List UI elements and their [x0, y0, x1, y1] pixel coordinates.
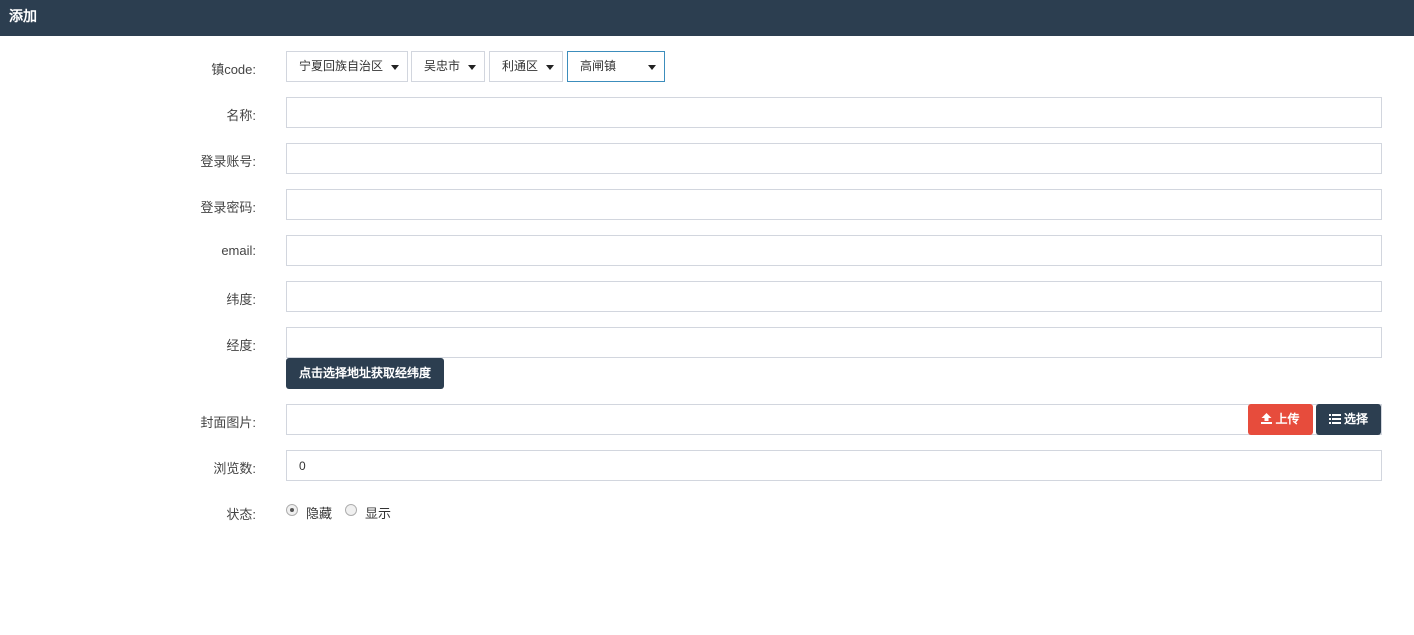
town-code-label: 镇code:	[211, 62, 256, 77]
select-image-button-label: 选择	[1343, 412, 1368, 426]
pick-location-button[interactable]: 点击选择地址获取经纬度	[286, 358, 444, 389]
cover-label: 封面图片:	[200, 415, 256, 430]
page-title: 添加	[9, 8, 37, 24]
status-radio-visible[interactable]	[345, 504, 357, 516]
upload-button-label: 上传	[1275, 412, 1300, 426]
district-select[interactable]: 利通区	[489, 51, 563, 82]
latitude-input[interactable]	[286, 281, 1382, 312]
page-header: 添加	[0, 0, 1414, 36]
caret-down-icon	[546, 65, 554, 70]
views-label: 浏览数:	[213, 461, 256, 476]
latitude-label: 纬度:	[226, 292, 256, 307]
password-label: 登录密码:	[200, 200, 256, 215]
caret-down-icon	[391, 65, 399, 70]
name-label: 名称:	[226, 108, 256, 123]
status-radio-hidden[interactable]	[286, 504, 298, 516]
province-select-value: 宁夏回族自治区	[299, 59, 384, 73]
upload-icon	[1261, 413, 1273, 424]
status-label: 状态:	[226, 507, 256, 522]
email-input[interactable]	[286, 235, 1382, 266]
city-select-value: 吴忠市	[424, 59, 461, 73]
caret-down-icon	[648, 65, 656, 70]
email-label: email:	[221, 243, 256, 258]
district-select-value: 利通区	[502, 59, 539, 73]
town-select-value: 高闸镇	[580, 59, 617, 73]
longitude-label: 经度:	[226, 338, 256, 353]
views-input[interactable]	[286, 450, 1382, 481]
caret-down-icon	[468, 65, 476, 70]
select-image-button[interactable]: 选择	[1316, 404, 1381, 435]
account-input[interactable]	[286, 143, 1382, 174]
password-input[interactable]	[286, 189, 1382, 220]
province-select[interactable]: 宁夏回族自治区	[286, 51, 408, 82]
cover-input[interactable]	[286, 404, 1382, 435]
list-icon	[1328, 414, 1341, 424]
status-option-visible-label: 显示	[365, 506, 392, 521]
name-input[interactable]	[286, 97, 1382, 128]
account-label: 登录账号:	[200, 154, 256, 169]
city-select[interactable]: 吴忠市	[411, 51, 485, 82]
upload-button[interactable]: 上传	[1248, 404, 1313, 435]
town-select[interactable]: 高闸镇	[567, 51, 665, 82]
longitude-input[interactable]	[286, 327, 1382, 358]
status-option-hidden-label: 隐藏	[306, 506, 333, 521]
